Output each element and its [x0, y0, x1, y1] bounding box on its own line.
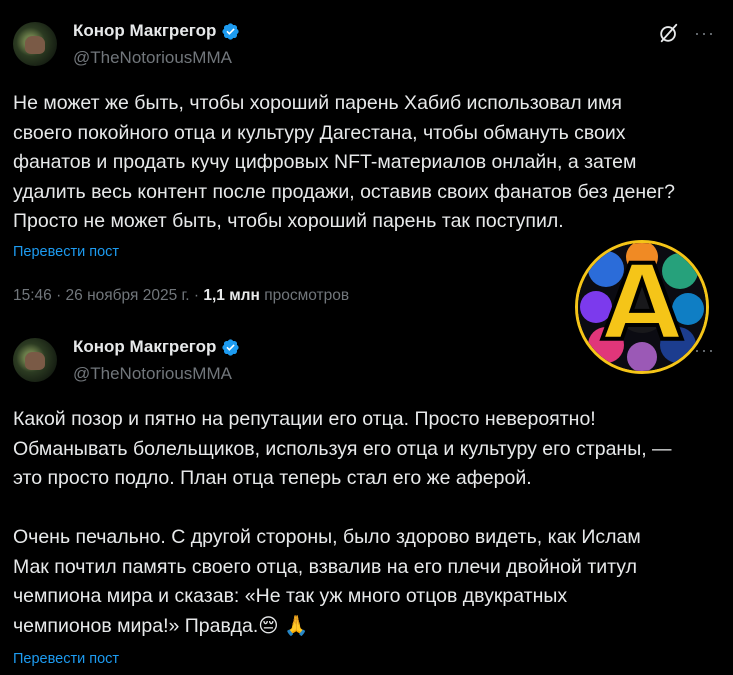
- more-icon[interactable]: ···: [694, 24, 715, 42]
- author-handle[interactable]: @TheNotoriousMMA: [73, 48, 232, 68]
- svg-text:A: A: [602, 243, 683, 364]
- translate-post-link-reply[interactable]: Перевести пост: [13, 651, 119, 667]
- views-label: просмотров: [264, 287, 350, 304]
- verified-badge-icon: [222, 22, 240, 40]
- avatar-reply[interactable]: [13, 338, 57, 382]
- grok-icon[interactable]: [658, 22, 680, 44]
- tweet-text-reply: Какой позор и пятно на репутации его отц…: [13, 408, 672, 637]
- translate-post-link[interactable]: Перевести пост: [13, 244, 119, 260]
- author-row: Конор Макгрегор: [73, 21, 240, 41]
- author-name[interactable]: Конор Макгрегор: [73, 21, 216, 41]
- crypto-coins-logo-icon: A: [578, 243, 706, 371]
- avatar[interactable]: [13, 22, 57, 66]
- author-row-reply: Конор Макгрегор: [73, 337, 240, 357]
- tweet-text: Не может же быть, чтобы хороший парень Х…: [13, 92, 675, 232]
- timestamp[interactable]: 15:46 · 26 ноября 2025 г. ·: [13, 287, 199, 304]
- channel-logo-watermark: A: [575, 240, 709, 374]
- verified-badge-icon: [222, 338, 240, 356]
- tweet-actions: ···: [658, 22, 715, 44]
- author-handle-reply[interactable]: @TheNotoriousMMA: [73, 364, 232, 384]
- views-count: 1,1 млн: [203, 287, 260, 304]
- tweet-meta: 15:46 · 26 ноября 2025 г. · 1,1 млн прос…: [13, 287, 349, 305]
- author-name-reply[interactable]: Конор Макгрегор: [73, 337, 216, 357]
